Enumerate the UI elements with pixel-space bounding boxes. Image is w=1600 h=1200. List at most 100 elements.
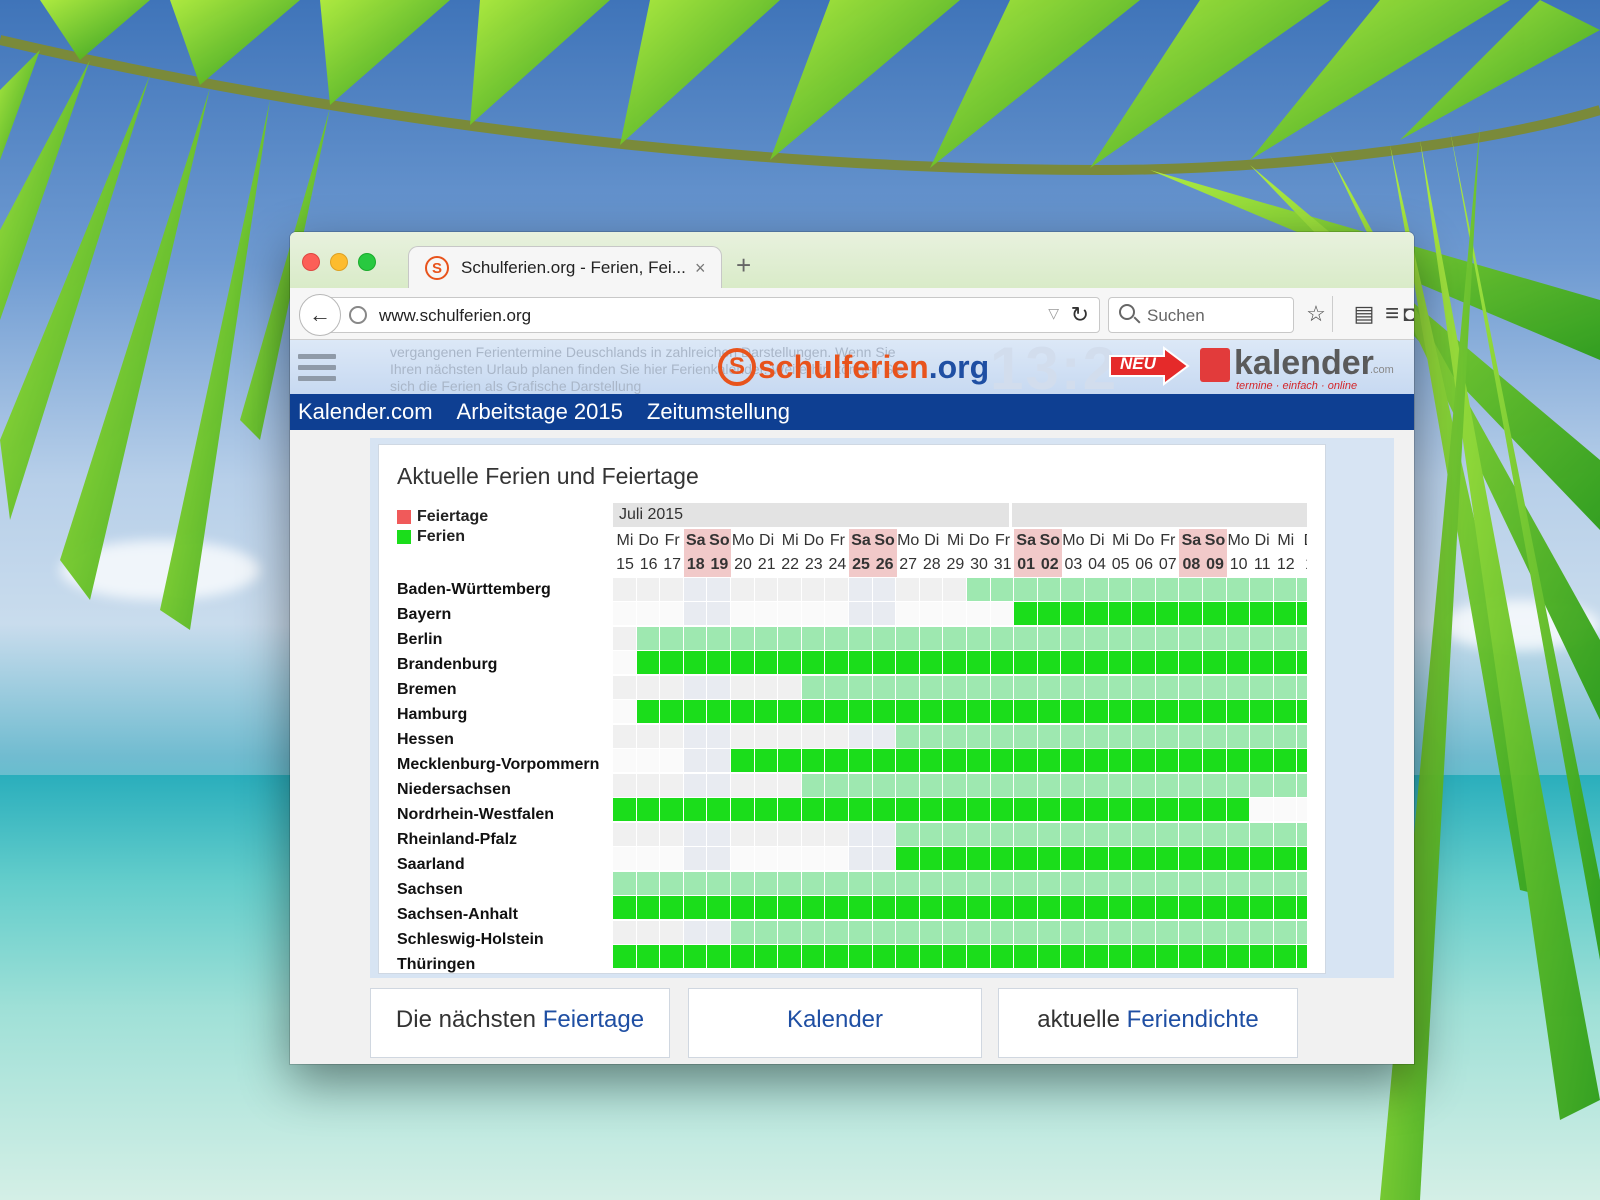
card-highlight[interactable]: Feriendichte: [1127, 1006, 1259, 1033]
day-cell: [1132, 896, 1156, 919]
state-row: [613, 945, 1307, 968]
day-cell: [754, 773, 779, 797]
day-header: Sa 18: [683, 529, 708, 577]
day-cell: [943, 920, 967, 944]
tab-schulferien[interactable]: S Schulferien.org - Ferien, Fei... ×: [408, 246, 722, 289]
day-cell: [967, 871, 991, 895]
day-cell: [1297, 602, 1307, 625]
nav-link-arbeitstage[interactable]: Arbeitstage 2015: [457, 399, 623, 425]
day-cell: [683, 945, 708, 968]
day-cell: [778, 651, 802, 674]
day-number: 09: [1206, 556, 1224, 573]
day-cell: [1273, 651, 1298, 674]
day-cell: [683, 724, 708, 748]
day-cell: [1132, 945, 1156, 968]
day-cell: [1179, 847, 1203, 870]
schulferien-logo[interactable]: S schulferien .org: [718, 348, 989, 386]
window-close-button[interactable]: [302, 253, 320, 271]
nav-link-kalender-com[interactable]: Kalender.com: [298, 399, 433, 425]
day-cell: [731, 920, 755, 944]
back-button[interactable]: ←: [299, 294, 341, 336]
day-cell: [1226, 651, 1251, 674]
day-cell: [660, 822, 684, 846]
day-cell: [660, 773, 684, 797]
day-cell: [990, 896, 1015, 919]
day-cell: [1155, 920, 1180, 944]
day-cell: [731, 675, 755, 699]
bookmark-star-icon[interactable]: ☆: [1300, 298, 1332, 330]
day-cell: [613, 724, 637, 748]
card-holiday-density[interactable]: aktuelle Feriendichte: [998, 988, 1298, 1058]
day-cell: [825, 896, 849, 919]
day-cell: [778, 896, 802, 919]
card-calendar[interactable]: Kalender: [688, 988, 982, 1058]
day-cell: [1108, 920, 1133, 944]
url-text[interactable]: www.schulferien.org: [379, 306, 531, 326]
day-cell: [1085, 773, 1109, 797]
day-number: 23: [804, 556, 823, 573]
day-number: 02: [1040, 556, 1059, 573]
card-highlight[interactable]: Kalender: [787, 1006, 883, 1033]
day-cell: [707, 700, 731, 723]
day-cell: [801, 822, 826, 846]
day-header: Mi 05: [1109, 529, 1133, 577]
day-cell: [636, 773, 661, 797]
day-cell: [1108, 773, 1133, 797]
day-cell: [1273, 822, 1298, 846]
day-cell: [1085, 945, 1109, 968]
state-row: [613, 577, 1307, 601]
state-row: [613, 675, 1307, 699]
search-input[interactable]: Suchen: [1108, 297, 1294, 333]
state-row: [613, 847, 1307, 870]
window-zoom-button[interactable]: [358, 253, 376, 271]
url-dropdown-icon[interactable]: ▽: [1048, 305, 1059, 322]
day-cell: [1108, 602, 1133, 625]
day-cell: [1014, 945, 1038, 968]
day-cell: [636, 749, 661, 772]
card-highlight[interactable]: Feiertage: [543, 1006, 644, 1033]
day-cell: [990, 749, 1015, 772]
new-tab-button[interactable]: +: [736, 250, 751, 281]
window-minimize-button[interactable]: [330, 253, 348, 271]
day-cell: [1297, 920, 1307, 944]
day-cell: [801, 700, 826, 723]
url-bar[interactable]: www.schulferien.org ▽ ↻: [328, 297, 1100, 333]
day-cell: [849, 822, 873, 846]
logo-tld: .org: [928, 348, 990, 385]
day-name: Sa: [1181, 532, 1202, 549]
day-cell: [919, 724, 944, 748]
day-cell: [1155, 798, 1180, 821]
day-cell: [1203, 822, 1227, 846]
day-cell: [825, 724, 849, 748]
day-cell: [825, 822, 849, 846]
day-cell: [1203, 896, 1227, 919]
legend-item-ferien: Ferien: [397, 527, 488, 547]
day-header: Mo 03: [1061, 529, 1085, 577]
nav-link-zeitumstellung[interactable]: Zeitumstellung: [647, 399, 790, 425]
reload-icon[interactable]: ↻: [1071, 302, 1089, 328]
card-next-holidays[interactable]: Die nächsten Feiertage: [370, 988, 670, 1058]
state-label: Hessen: [397, 731, 454, 748]
day-cell: [896, 822, 920, 846]
day-cell: [636, 602, 661, 625]
day-cell: [919, 798, 944, 821]
day-name: Fr: [664, 532, 680, 549]
day-name: D: [1297, 529, 1307, 553]
day-cell: [613, 749, 637, 772]
state-row: [613, 798, 1307, 821]
day-header: Do 06: [1132, 529, 1156, 577]
day-header: Di 04: [1085, 529, 1109, 577]
day-number: 25: [852, 556, 870, 573]
day-cell: [731, 602, 755, 625]
day-cell: [778, 822, 802, 846]
day-cell: [731, 896, 755, 919]
day-cell: [990, 675, 1015, 699]
day-cell: [1155, 577, 1180, 601]
day-cell: [660, 896, 684, 919]
day-name: So: [709, 532, 730, 549]
tab-close-icon[interactable]: ×: [695, 258, 706, 279]
day-cell: [1037, 773, 1062, 797]
day-cell: [754, 675, 779, 699]
site-menu-icon[interactable]: [298, 354, 336, 382]
browser-menu-icon[interactable]: ≡: [1376, 298, 1408, 330]
